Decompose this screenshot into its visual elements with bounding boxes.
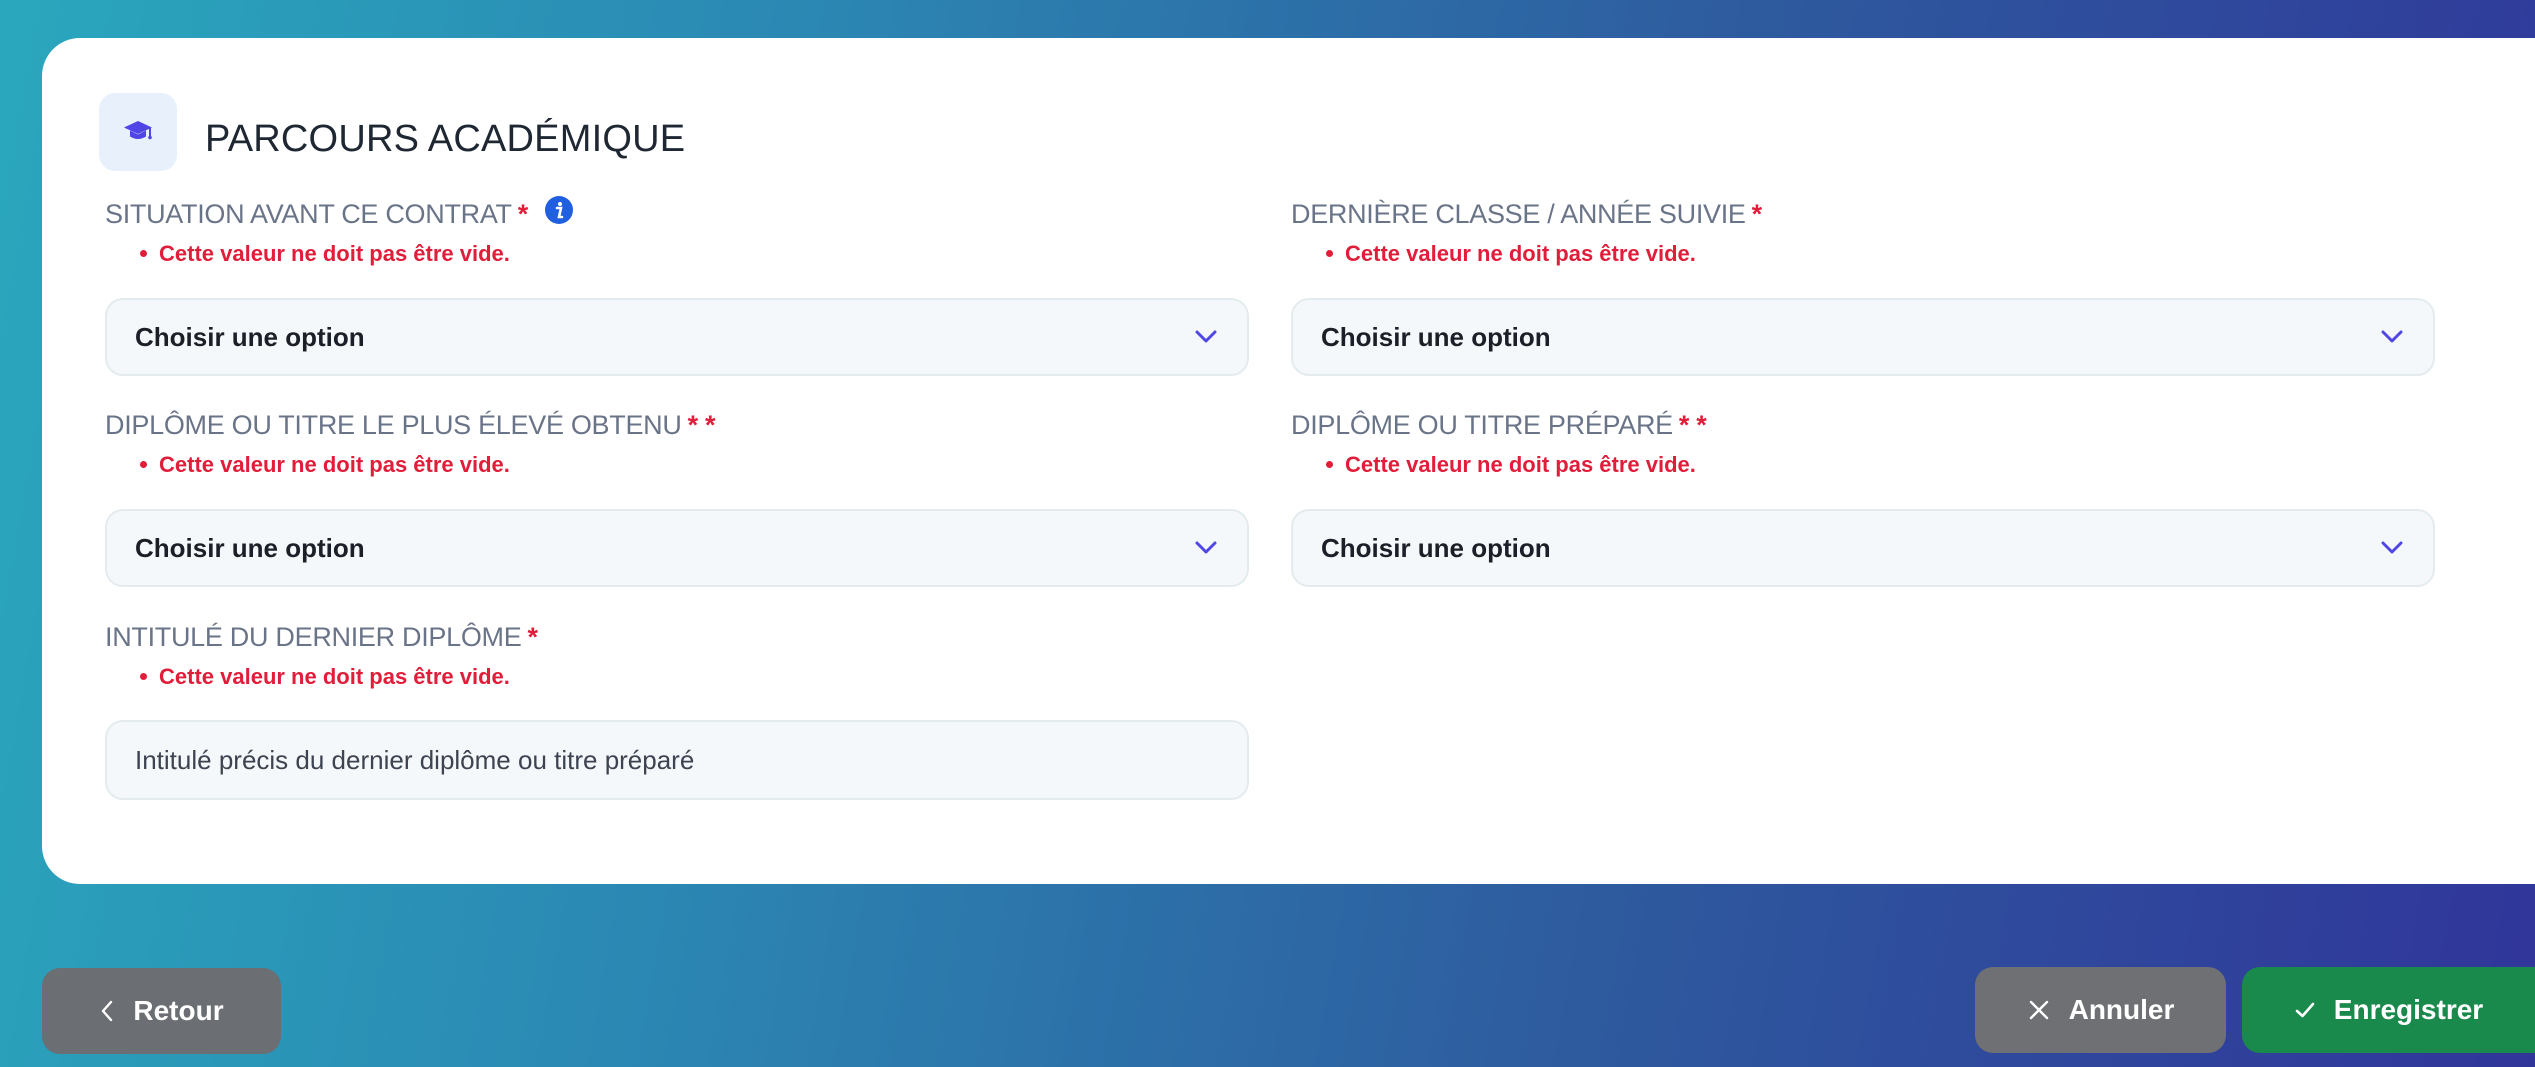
required-marker: * * bbox=[687, 410, 716, 440]
situation-select-value: Choisir une option bbox=[135, 321, 365, 352]
check-icon bbox=[2295, 1002, 2315, 1018]
intitule-error: Cette valeur ne doit pas être vide. bbox=[140, 664, 510, 690]
chevron-left-icon bbox=[102, 1000, 113, 1022]
diplome-obtenu-select-value: Choisir une option bbox=[135, 532, 365, 563]
close-icon bbox=[2029, 1000, 2048, 1020]
diplome-prepare-label: DIPLÔME OU TITRE PRÉPARÉ * * bbox=[1291, 410, 1707, 441]
chevron-down-icon bbox=[2379, 537, 2405, 564]
diplome-prepare-error: Cette valeur ne doit pas être vide. bbox=[1326, 452, 1696, 478]
derniere-classe-select[interactable]: Choisir une option bbox=[1291, 298, 2435, 376]
required-marker: * bbox=[1751, 199, 1763, 229]
situation-label: SITUATION AVANT CE CONTRAT * bbox=[105, 196, 574, 232]
diplome-obtenu-label: DIPLÔME OU TITRE LE PLUS ÉLEVÉ OBTENU * * bbox=[105, 410, 715, 441]
situation-error: Cette valeur ne doit pas être vide. bbox=[140, 241, 510, 267]
situation-label-text: SITUATION AVANT CE CONTRAT bbox=[105, 199, 512, 229]
back-button-label: Retour bbox=[133, 995, 224, 1026]
derniere-classe-label: DERNIÈRE CLASSE / ANNÉE SUIVIE * bbox=[1291, 199, 1762, 230]
chevron-down-icon bbox=[2379, 326, 2405, 353]
derniere-classe-select-value: Choisir une option bbox=[1321, 321, 1551, 352]
cancel-button-label: Annuler bbox=[2068, 994, 2175, 1025]
derniere-classe-label-text: DERNIÈRE CLASSE / ANNÉE SUIVIE bbox=[1291, 199, 1746, 229]
derniere-classe-error: Cette valeur ne doit pas être vide. bbox=[1326, 241, 1696, 267]
intitule-label: INTITULÉ DU DERNIER DIPLÔME * bbox=[105, 622, 538, 653]
diplome-prepare-label-text: DIPLÔME OU TITRE PRÉPARÉ bbox=[1291, 410, 1673, 440]
intitule-label-text: INTITULÉ DU DERNIER DIPLÔME bbox=[105, 622, 522, 652]
save-button[interactable]: Enregistrer bbox=[2242, 967, 2535, 1053]
cancel-button[interactable]: Annuler bbox=[1975, 967, 2226, 1053]
chevron-down-icon bbox=[1193, 326, 1219, 353]
diplome-prepare-select-value: Choisir une option bbox=[1321, 532, 1551, 563]
back-button[interactable]: Retour bbox=[42, 968, 281, 1054]
diplome-prepare-select[interactable]: Choisir une option bbox=[1291, 509, 2435, 587]
diplome-obtenu-error: Cette valeur ne doit pas être vide. bbox=[140, 452, 510, 478]
save-button-label: Enregistrer bbox=[2333, 994, 2484, 1025]
page: PARCOURS ACADÉMIQUE SITUATION AVANT CE C… bbox=[0, 0, 2535, 1067]
required-marker: * bbox=[517, 199, 529, 229]
chevron-down-icon bbox=[1193, 537, 1219, 564]
intitule-input[interactable] bbox=[105, 720, 1249, 800]
info-icon[interactable] bbox=[544, 195, 574, 232]
diplome-obtenu-label-text: DIPLÔME OU TITRE LE PLUS ÉLEVÉ OBTENU bbox=[105, 410, 682, 440]
section-title: PARCOURS ACADÉMIQUE bbox=[205, 118, 686, 160]
required-marker: * * bbox=[1678, 410, 1707, 440]
diplome-obtenu-select[interactable]: Choisir une option bbox=[105, 509, 1249, 587]
graduation-cap-icon bbox=[99, 93, 177, 171]
situation-select[interactable]: Choisir une option bbox=[105, 298, 1249, 376]
required-marker: * bbox=[527, 622, 538, 652]
